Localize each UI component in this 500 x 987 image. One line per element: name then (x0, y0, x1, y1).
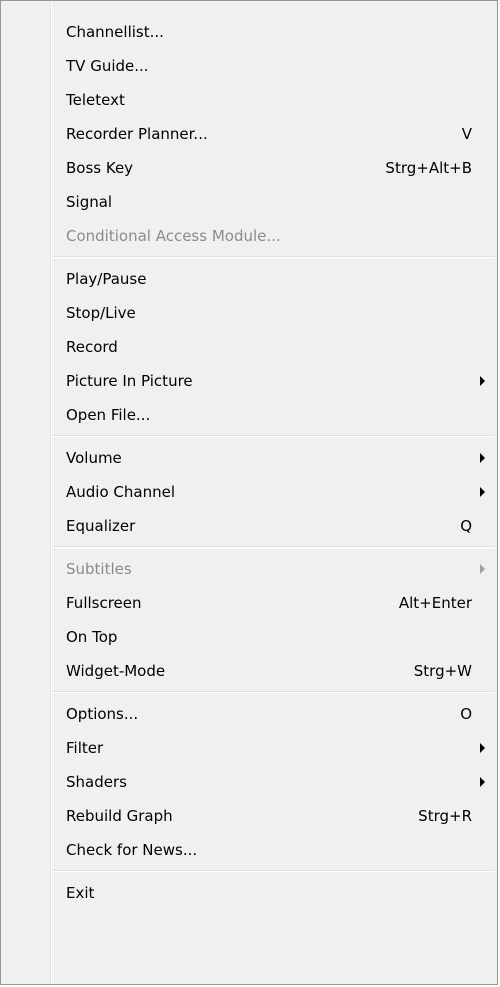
menu-item-conditional-access-module[interactable]: Conditional Access Module... (1, 219, 497, 253)
menu-item-check-for-news[interactable]: Check for News... (1, 833, 497, 867)
menu-item-label: Conditional Access Module... (66, 227, 281, 245)
menu-item-label: Audio Channel (66, 483, 175, 501)
menu-item-label: Rebuild Graph (66, 807, 173, 825)
menu-item-stop-live[interactable]: Stop/Live (1, 296, 497, 330)
menu-item-label: Shaders (66, 773, 127, 791)
menu-item-fullscreen[interactable]: Fullscreen Alt+Enter (1, 586, 497, 620)
menu-group: Channellist... TV Guide... Teletext Recorde… (1, 15, 497, 253)
menu-item-equalizer[interactable]: Equalizer Q (1, 509, 497, 543)
submenu-arrow-icon (480, 564, 485, 574)
menu-body: Channellist... TV Guide... Teletext Recorde… (1, 15, 497, 910)
menu-item-label: Volume (66, 449, 122, 467)
menu-item-recorder-planner[interactable]: Recorder Planner... V (1, 117, 497, 151)
menu-item-on-top[interactable]: On Top (1, 620, 497, 654)
menu-item-shortcut: Strg+Alt+B (385, 159, 472, 177)
menu-item-label: Fullscreen (66, 594, 142, 612)
menu-item-shaders[interactable]: Shaders (1, 765, 497, 799)
menu-separator (53, 253, 495, 262)
submenu-arrow-icon (480, 376, 485, 386)
menu-group: Subtitles Fullscreen Alt+Enter On Top Widget… (1, 552, 497, 688)
menu-item-label: Filter (66, 739, 104, 757)
menu-item-filter[interactable]: Filter (1, 731, 497, 765)
menu-item-channellist[interactable]: Channellist... (1, 15, 497, 49)
menu-group: Play/Pause Stop/Live Record Picture In Pict… (1, 262, 497, 432)
context-menu: Channellist... TV Guide... Teletext Recorde… (0, 0, 498, 985)
menu-item-tv-guide[interactable]: TV Guide... (1, 49, 497, 83)
submenu-arrow-icon (480, 777, 485, 787)
menu-item-label: Widget-Mode (66, 662, 166, 680)
menu-item-label: Teletext (66, 91, 125, 109)
menu-separator (53, 432, 495, 441)
menu-separator (53, 688, 495, 697)
menu-item-audio-channel[interactable]: Audio Channel (1, 475, 497, 509)
menu-group: Exit (1, 876, 497, 910)
menu-item-label: Exit (66, 884, 95, 902)
menu-item-record[interactable]: Record (1, 330, 497, 364)
menu-item-shortcut: V (461, 125, 472, 143)
submenu-arrow-icon (480, 453, 485, 463)
menu-item-label: Stop/Live (66, 304, 136, 322)
menu-item-shortcut: Alt+Enter (398, 594, 472, 612)
menu-item-picture-in-picture[interactable]: Picture In Picture (1, 364, 497, 398)
menu-item-label: Check for News... (66, 841, 198, 859)
submenu-arrow-icon (480, 743, 485, 753)
menu-item-widget-mode[interactable]: Widget-Mode Strg+W (1, 654, 497, 688)
menu-item-label: Channellist... (66, 23, 164, 41)
menu-item-label: Play/Pause (66, 270, 147, 288)
menu-group: Options... O Filter Shaders Rebuild Graph Str… (1, 697, 497, 867)
menu-item-label: TV Guide... (66, 57, 149, 75)
menu-item-label: Subtitles (66, 560, 132, 578)
menu-item-shortcut: Strg+R (418, 807, 472, 825)
menu-item-boss-key[interactable]: Boss Key Strg+Alt+B (1, 151, 497, 185)
menu-item-rebuild-graph[interactable]: Rebuild Graph Strg+R (1, 799, 497, 833)
menu-item-shortcut: Strg+W (413, 662, 472, 680)
menu-item-label: Equalizer (66, 517, 136, 535)
menu-item-teletext[interactable]: Teletext (1, 83, 497, 117)
menu-item-subtitles[interactable]: Subtitles (1, 552, 497, 586)
menu-item-label: Signal (66, 193, 113, 211)
menu-separator (53, 867, 495, 876)
menu-item-options[interactable]: Options... O (1, 697, 497, 731)
menu-item-label: Open File... (66, 406, 151, 424)
menu-item-label: Options... (66, 705, 139, 723)
menu-item-shortcut: Q (460, 517, 472, 535)
menu-separator (53, 543, 495, 552)
submenu-arrow-icon (480, 487, 485, 497)
menu-item-play-pause[interactable]: Play/Pause (1, 262, 497, 296)
menu-item-label: Recorder Planner... (66, 125, 208, 143)
menu-item-label: On Top (66, 628, 118, 646)
menu-item-volume[interactable]: Volume (1, 441, 497, 475)
menu-item-shortcut: O (460, 705, 472, 723)
menu-item-label: Picture In Picture (66, 372, 193, 390)
menu-item-label: Record (66, 338, 118, 356)
menu-group: Volume Audio Channel Equalizer Q (1, 441, 497, 543)
menu-item-label: Boss Key (66, 159, 134, 177)
menu-item-open-file[interactable]: Open File... (1, 398, 497, 432)
menu-item-exit[interactable]: Exit (1, 876, 497, 910)
menu-item-signal[interactable]: Signal (1, 185, 497, 219)
